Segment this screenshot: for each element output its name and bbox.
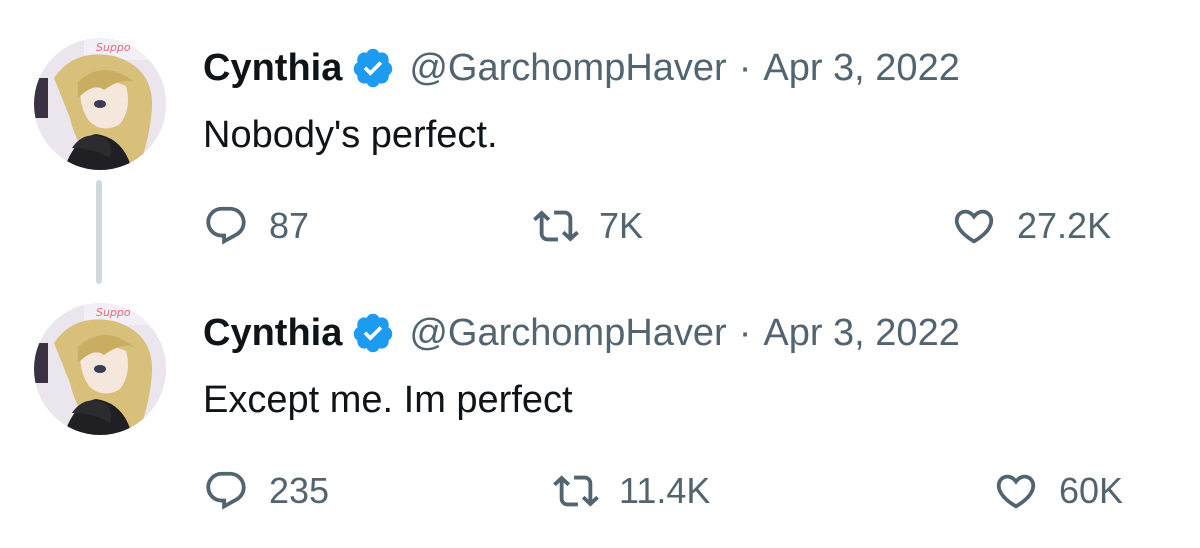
reply-button[interactable]: 235	[203, 463, 329, 519]
avatar-image: Suppo	[34, 303, 166, 435]
heart-icon	[993, 468, 1039, 514]
reply-icon	[203, 203, 249, 249]
separator-dot: ·	[738, 311, 752, 354]
reply-icon	[203, 468, 249, 514]
author-handle[interactable]: @GarchompHaver	[409, 47, 726, 90]
author-name[interactable]: Cynthia	[203, 312, 342, 355]
avatar[interactable]: Suppo	[34, 303, 166, 435]
verified-badge-icon	[351, 311, 395, 355]
tweet-actions: 235 11.4K 60K	[203, 463, 1163, 519]
like-count: 27.2K	[1017, 205, 1112, 246]
reply-button[interactable]: 87	[203, 198, 309, 254]
avatar-badge-text: Suppo	[96, 306, 131, 319]
separator-dot: ·	[738, 46, 752, 89]
retweet-count: 7K	[599, 205, 644, 246]
reply-count: 235	[269, 470, 330, 511]
reply-count: 87	[269, 205, 310, 246]
avatar-image: Suppo	[34, 38, 166, 170]
heart-icon	[951, 203, 997, 249]
like-count: 60K	[1059, 470, 1124, 511]
like-button[interactable]: 27.2K	[951, 198, 1111, 254]
retweet-button[interactable]: 7K	[533, 198, 643, 254]
retweet-icon	[533, 203, 579, 249]
author-handle[interactable]: @GarchompHaver	[409, 312, 726, 355]
retweet-count: 11.4K	[619, 470, 711, 511]
tweet-text: Except me. Im perfect	[203, 379, 573, 421]
avatar-badge-text: Suppo	[96, 41, 131, 54]
tweet-date[interactable]: Apr 3, 2022	[763, 47, 959, 90]
author-name[interactable]: Cynthia	[203, 47, 342, 90]
tweet-header: Cynthia @GarchompHaver · Apr 3, 2022	[203, 305, 960, 361]
tweet[interactable]: Suppo Cynthia @GarchompHaver · Apr 3, 20…	[0, 265, 1200, 535]
tweet[interactable]: Suppo Cynthia @GarchompHaver · Apr 3, 20…	[0, 0, 1200, 270]
verified-badge-icon	[351, 46, 395, 90]
tweet-header: Cynthia @GarchompHaver · Apr 3, 2022	[203, 40, 960, 96]
retweet-icon	[553, 468, 599, 514]
avatar[interactable]: Suppo	[34, 38, 166, 170]
retweet-button[interactable]: 11.4K	[553, 463, 710, 519]
tweet-actions: 87 7K 27.2K	[203, 198, 1163, 254]
tweet-date[interactable]: Apr 3, 2022	[763, 312, 959, 355]
tweet-text: Nobody's perfect.	[203, 114, 498, 156]
like-button[interactable]: 60K	[993, 463, 1123, 519]
